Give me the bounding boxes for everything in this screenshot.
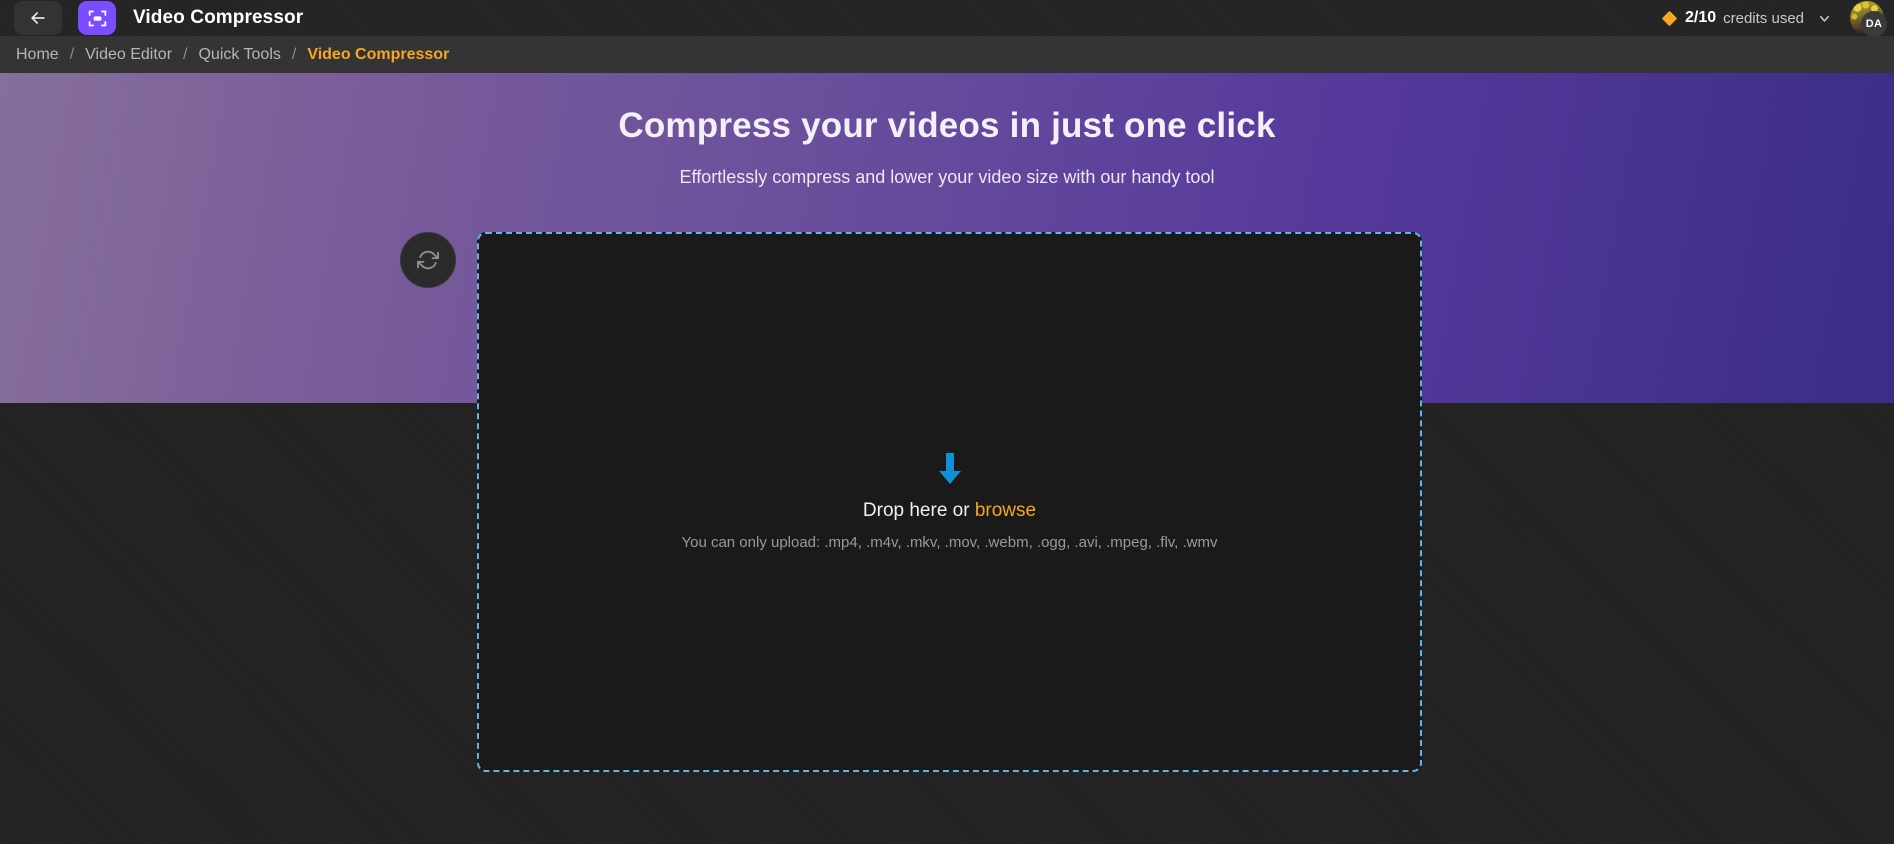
refresh-button[interactable] — [400, 232, 456, 288]
app-icon — [78, 1, 116, 35]
back-button[interactable] — [14, 1, 62, 35]
refresh-icon — [417, 249, 439, 271]
page-subtitle: Effortlessly compress and lower your vid… — [679, 167, 1215, 187]
breadcrumb-item-quick-tools[interactable]: Quick Tools — [198, 46, 280, 64]
credits-count: 2/10 — [1684, 9, 1717, 26]
avatar[interactable]: DA — [1850, 1, 1887, 37]
credits-label: credits used — [1723, 9, 1804, 27]
avatar-initials: DA — [1861, 11, 1887, 37]
top-bar-right: 2/10 credits used DA — [1660, 0, 1887, 37]
breadcrumb-separator: / — [69, 45, 75, 63]
app-root: Video Compressor 2/10 credits used DA Ho… — [0, 0, 1894, 844]
breadcrumb-item-video-compressor: Video Compressor — [307, 45, 450, 63]
credits-menu[interactable]: 2/10 credits used — [1660, 7, 1836, 29]
arrow-left-icon — [28, 8, 48, 28]
dropzone-formats-note: You can only upload: .mp4, .m4v, .mkv, .… — [681, 534, 1218, 551]
dropzone-prompt-text: Drop here or — [862, 500, 975, 521]
top-bar: Video Compressor 2/10 credits used DA — [0, 0, 1894, 37]
app-title: Video Compressor — [133, 7, 304, 28]
chevron-down-icon — [1817, 11, 1832, 26]
breadcrumb-separator: / — [291, 45, 297, 63]
breadcrumb-item-video-editor[interactable]: Video Editor — [85, 46, 172, 64]
video-frame-icon — [87, 8, 108, 29]
browse-link[interactable]: browse — [975, 500, 1036, 521]
breadcrumb: Home / Video Editor / Quick Tools / Vide… — [0, 36, 1894, 73]
arrow-down-icon — [937, 453, 963, 487]
breadcrumb-item-home[interactable]: Home — [16, 46, 59, 64]
file-dropzone[interactable]: Drop here or browse You can only upload:… — [477, 232, 1422, 772]
diamond-icon — [1661, 10, 1678, 26]
dropzone-prompt: Drop here or browse — [863, 500, 1036, 522]
page-title: Compress your videos in just one click — [618, 106, 1276, 145]
breadcrumb-separator: / — [183, 45, 188, 63]
